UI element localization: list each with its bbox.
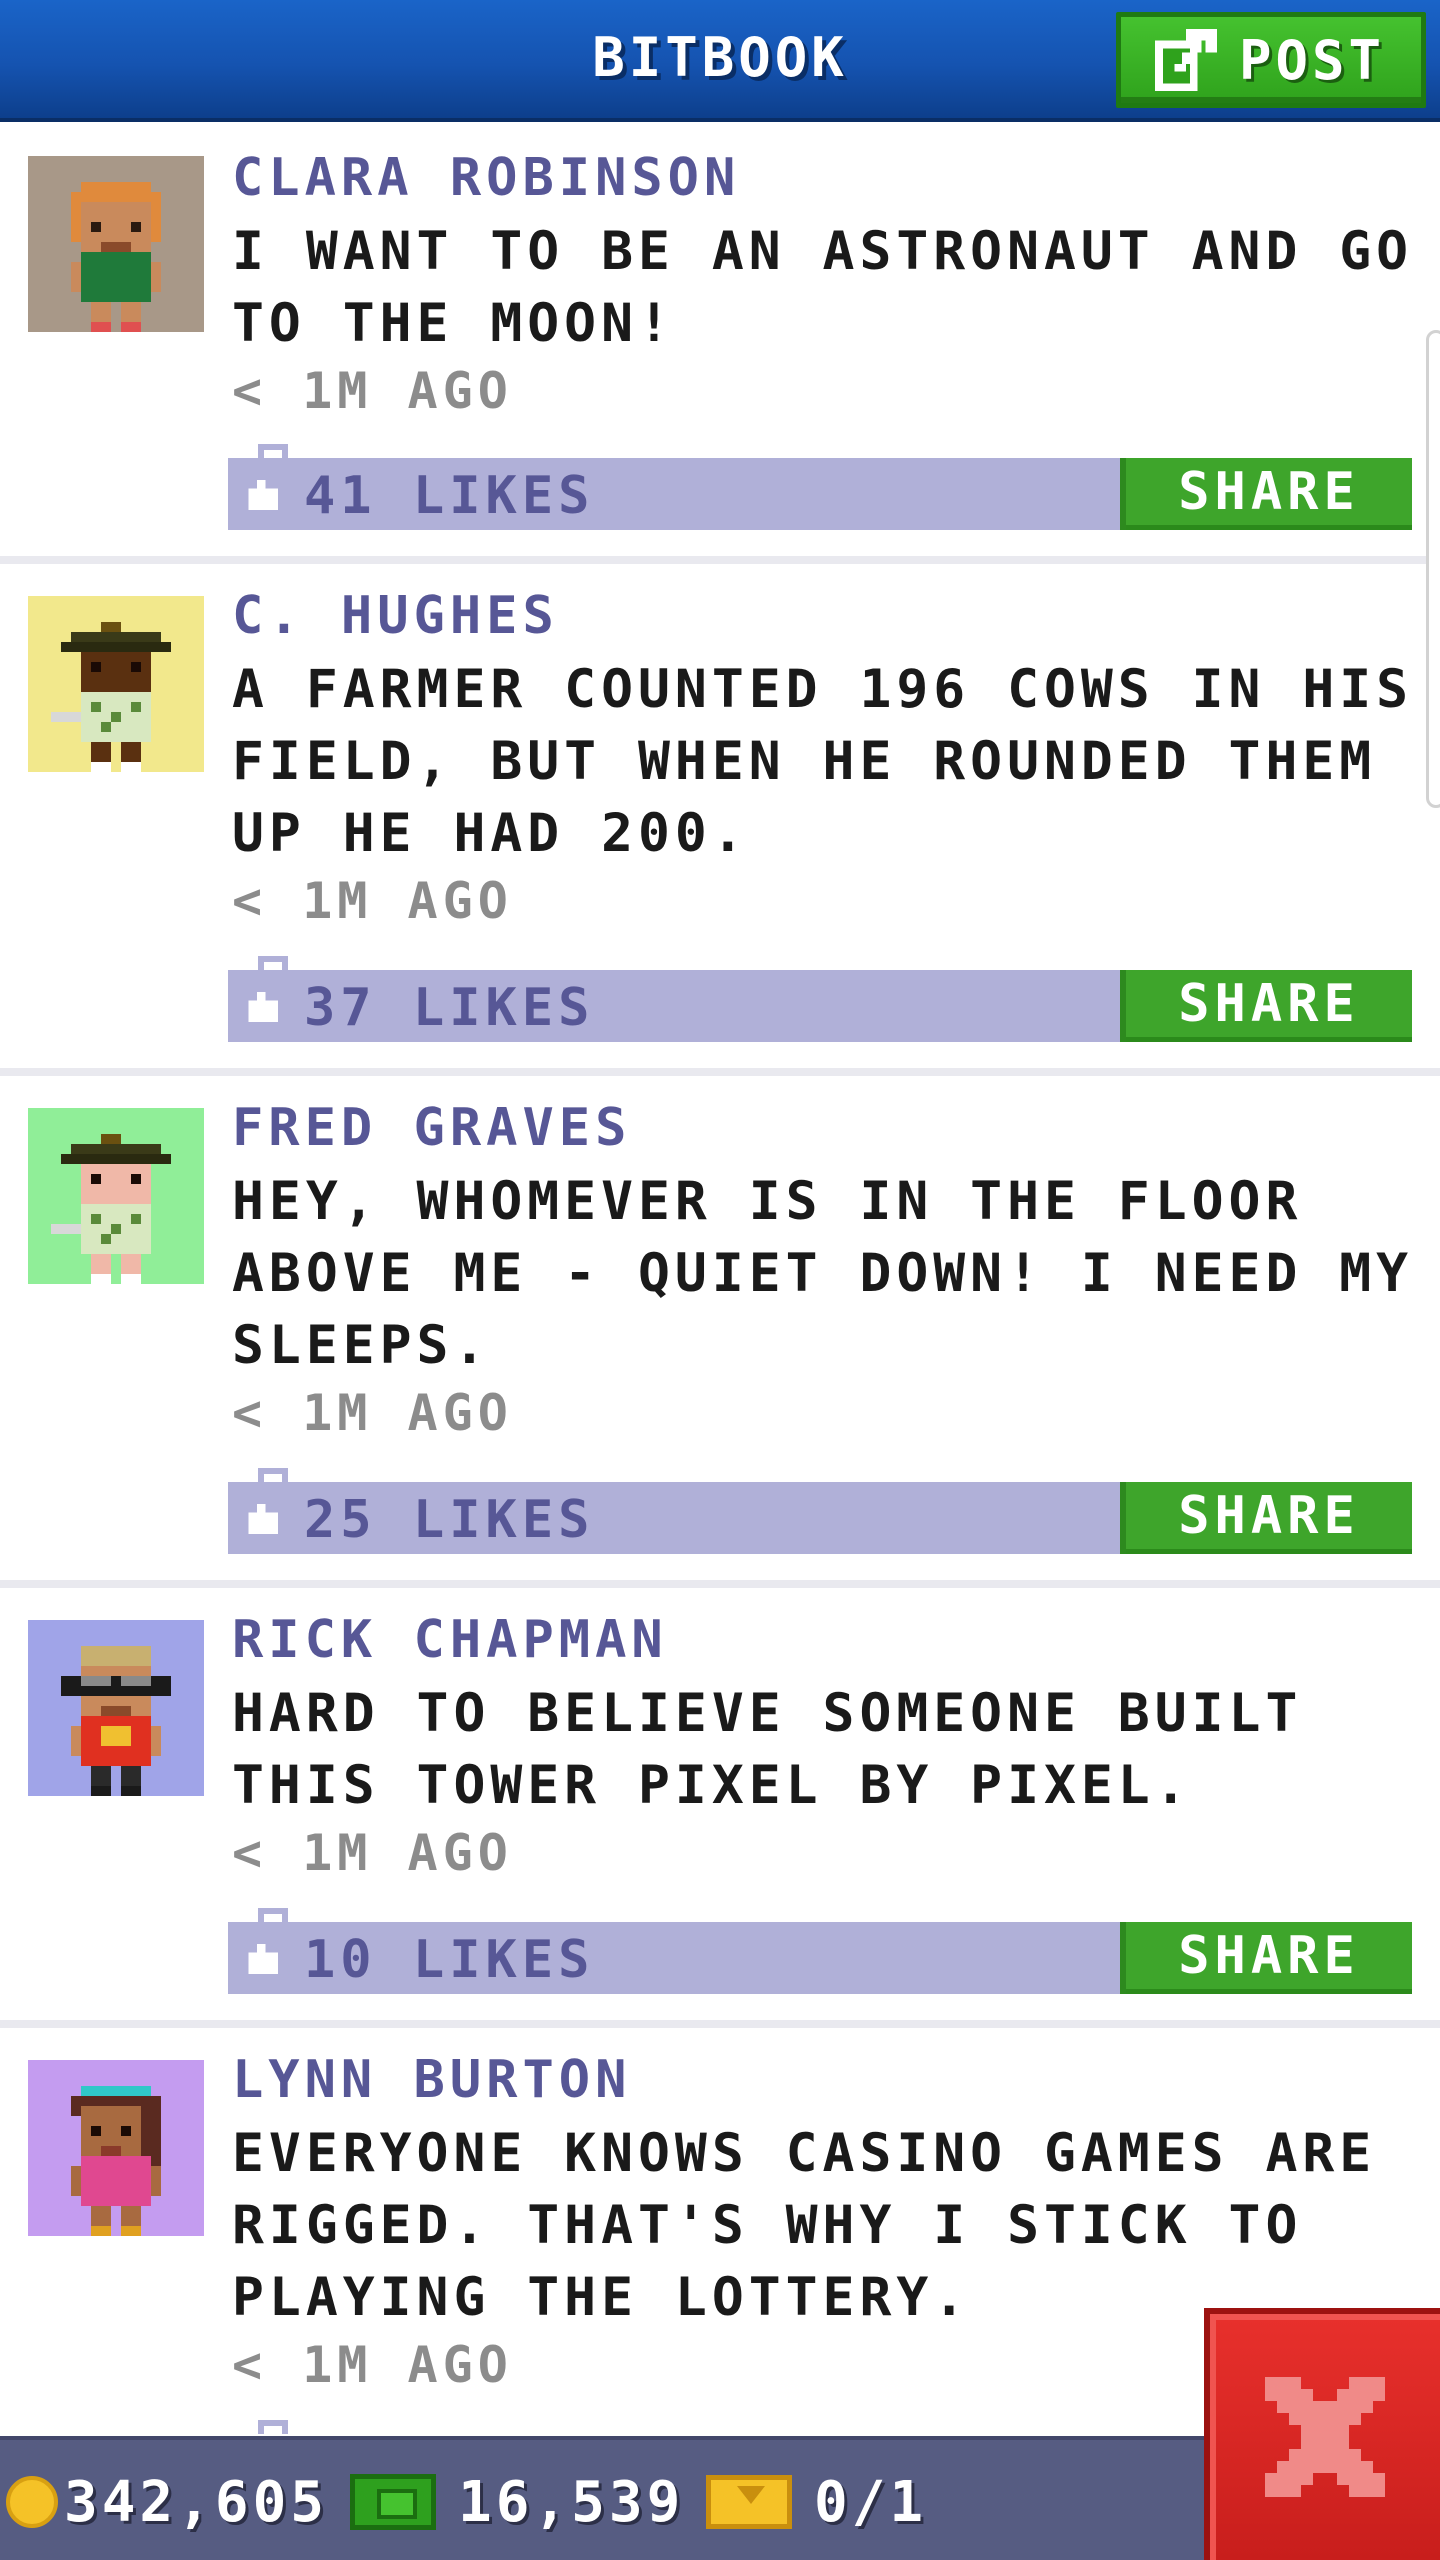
like-bar-tab <box>258 444 288 458</box>
post-timestamp: < 1M AGO <box>232 362 513 420</box>
thumbs-up-icon[interactable] <box>244 1944 278 1974</box>
thumbs-up-icon[interactable] <box>244 1504 278 1534</box>
share-button[interactable]: SHARE <box>1120 1482 1412 1554</box>
avatar-sprite <box>71 2086 161 2236</box>
avatar-sprite <box>61 1646 171 1796</box>
sunglasses-man-avatar[interactable] <box>28 1620 204 1796</box>
like-bar-tab <box>258 956 288 970</box>
like-bar: 41 LIKES SHARE <box>228 458 1412 530</box>
likes-count: 41 LIKES <box>304 466 595 526</box>
likes-count: 25 LIKES <box>304 1490 595 1550</box>
likes-count: 37 LIKES <box>304 978 595 1038</box>
post-timestamp: < 1M AGO <box>232 872 513 930</box>
girl-green-dress-avatar[interactable] <box>28 156 204 332</box>
close-icon <box>1265 2377 1385 2497</box>
divider <box>0 1068 1440 1076</box>
post-timestamp: < 1M AGO <box>232 1384 513 1442</box>
coin-icon <box>6 2476 58 2528</box>
cash-value: 16,539 <box>458 2469 685 2535</box>
avatar-sprite <box>51 1134 171 1284</box>
tickets-value: 0/1 <box>814 2469 928 2535</box>
post-author[interactable]: FRED GRAVES <box>232 1098 631 1158</box>
ticket-icon <box>706 2475 792 2529</box>
tickets-stat: 0/1 <box>706 2440 927 2560</box>
avatar-sprite <box>71 182 161 332</box>
like-bar-tab <box>258 1468 288 1482</box>
share-button[interactable]: SHARE <box>1120 458 1412 530</box>
like-bar: 10 LIKES SHARE <box>228 1922 1412 1994</box>
share-button[interactable]: SHARE <box>1120 970 1412 1042</box>
like-bar-tab <box>258 2420 288 2434</box>
feed-post: C. HUGHES A FARMER COUNTED 196 COWS IN H… <box>0 564 1440 1068</box>
feed-post: CLARA ROBINSON I WANT TO BE AN ASTRONAUT… <box>0 126 1440 556</box>
divider <box>0 556 1440 564</box>
post-message: I WANT TO BE AN ASTRONAUT AND GO TO THE … <box>232 221 1414 354</box>
feed-post: RICK CHAPMAN HARD TO BELIEVE SOMEONE BUI… <box>0 1588 1440 2020</box>
divider <box>0 1580 1440 1588</box>
post-button[interactable]: POST <box>1116 12 1426 108</box>
close-button[interactable] <box>1204 2308 1440 2560</box>
post-timestamp: < 1M AGO <box>232 2336 513 2394</box>
post-message: HEY, WHOMEVER IS IN THE FLOOR ABOVE ME -… <box>232 1171 1414 1376</box>
cash-stat: 16,539 <box>350 2440 684 2560</box>
golfer-dark-avatar[interactable] <box>28 596 204 772</box>
share-button[interactable]: SHARE <box>1120 1922 1412 1994</box>
cash-icon <box>350 2474 436 2530</box>
post-author[interactable]: C. HUGHES <box>232 586 559 646</box>
divider <box>0 2020 1440 2028</box>
like-bar-tab <box>258 1908 288 1922</box>
like-bar: 37 LIKES SHARE <box>228 970 1412 1042</box>
post-author[interactable]: RICK CHAPMAN <box>232 1610 668 1670</box>
avatar-sprite <box>51 622 171 772</box>
golfer-light-avatar[interactable] <box>28 1108 204 1284</box>
likes-count: 10 LIKES <box>304 1930 595 1990</box>
coins-stat: 342,605 <box>6 2440 328 2560</box>
post-message: A FARMER COUNTED 196 COWS IN HIS FIELD, … <box>232 659 1414 864</box>
post-author[interactable]: LYNN BURTON <box>232 2050 631 2110</box>
compose-icon <box>1155 29 1217 91</box>
post-timestamp: < 1M AGO <box>232 1824 513 1882</box>
thumbs-up-icon[interactable] <box>244 992 278 1022</box>
post-message: EVERYONE KNOWS CASINO GAMES ARE RIGGED. … <box>232 2123 1377 2328</box>
scrollbar[interactable] <box>1426 330 1440 808</box>
thumbs-up-icon[interactable] <box>244 480 278 510</box>
like-bar: 25 LIKES SHARE <box>228 1482 1412 1554</box>
post-message: HARD TO BELIEVE SOMEONE BUILT THIS TOWER… <box>232 1683 1303 1816</box>
post-author[interactable]: CLARA ROBINSON <box>232 148 740 208</box>
feed-post: FRED GRAVES HEY, WHOMEVER IS IN THE FLOO… <box>0 1076 1440 1580</box>
coins-value: 342,605 <box>64 2469 329 2535</box>
post-button-label: POST <box>1239 28 1386 92</box>
woman-pink-dress-avatar[interactable] <box>28 2060 204 2236</box>
app-header: BITBOOK POST <box>0 0 1440 122</box>
